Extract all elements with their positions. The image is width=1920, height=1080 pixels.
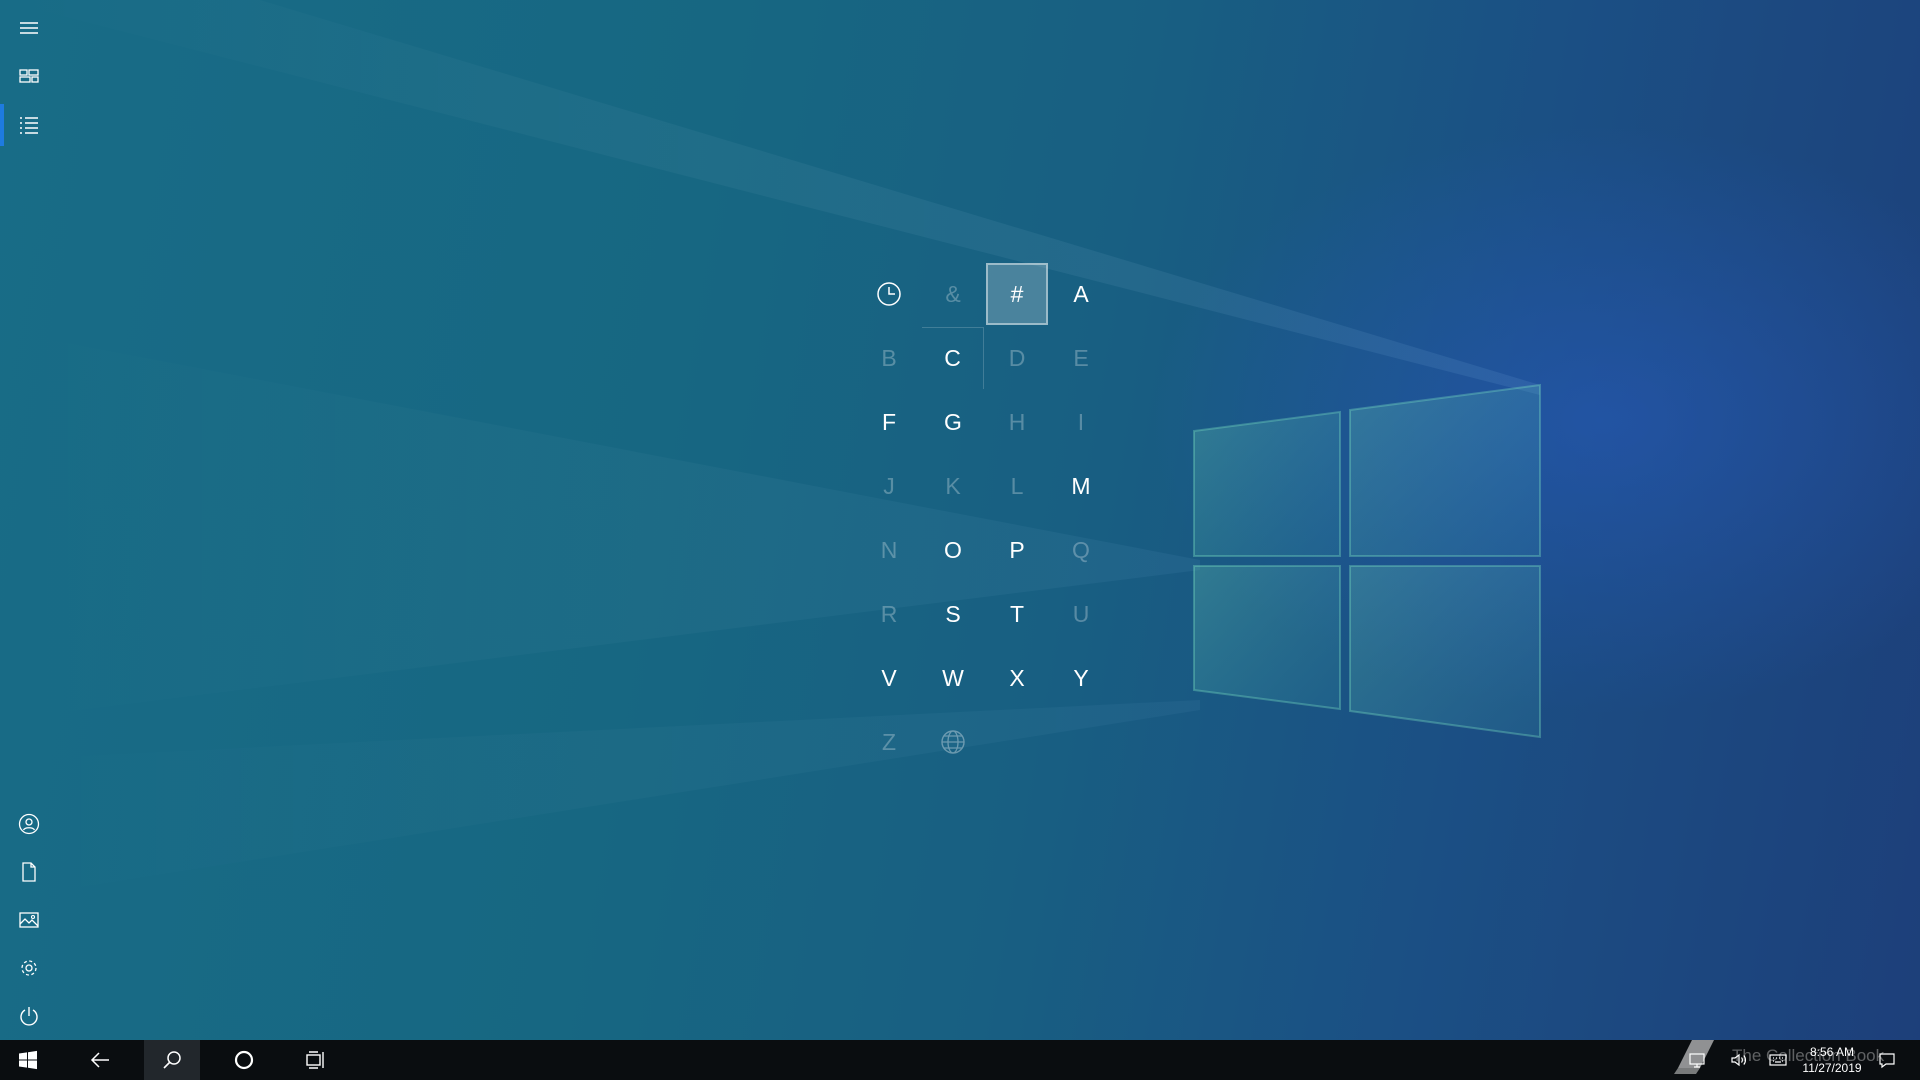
power-icon [20,1007,38,1026]
taskbar-clock[interactable]: 8:56 AM 11/27/2019 [1790,1044,1874,1076]
start-button[interactable] [0,1040,56,1080]
search-button[interactable] [144,1040,200,1080]
jump-letter-s[interactable]: S [922,583,984,645]
power-button[interactable] [0,992,58,1040]
jump-letter-hash[interactable]: # [986,263,1048,325]
windows-start-icon [19,1050,37,1070]
touch-keyboard-icon [1769,1054,1787,1066]
jump-letter-v[interactable]: V [858,647,920,709]
jump-letter-c[interactable]: C [922,327,984,389]
jump-letter-z: Z [881,728,897,755]
jump-letter-f[interactable]: F [858,391,920,453]
jump-letter-r: R [880,600,898,627]
action-center-button[interactable] [1872,1040,1902,1080]
jump-letter-e: E [1073,344,1089,371]
jump-letter-y[interactable]: Y [1050,647,1112,709]
pictures-button[interactable] [0,896,58,944]
clock-date: 11/27/2019 [1802,1061,1862,1075]
cortana-circle-icon [234,1050,254,1070]
back-arrow-icon [90,1052,109,1068]
jump-letter-i: I [1077,408,1085,435]
jump-letter-d: D [1008,344,1026,371]
jump-letter-l: L [1010,472,1024,499]
jump-recent[interactable] [858,263,920,325]
recent-clock-icon [877,282,901,306]
network-icon [1689,1053,1705,1068]
volume-tray-button[interactable] [1724,1040,1754,1080]
jump-letter-j: J [883,472,895,499]
jump-letter-a[interactable]: A [1050,263,1112,325]
documents-button[interactable] [0,848,58,896]
hamburger-menu-icon [20,22,38,34]
cortana-button[interactable] [216,1040,272,1080]
jump-letter-m[interactable]: M [1050,455,1112,517]
clock-time: 8:56 AM [1809,1045,1855,1059]
pictures-icon [19,912,39,928]
all-apps-list-icon [20,117,38,134]
jump-letter-k: K [945,472,961,499]
jump-letter-q: Q [1072,536,1090,563]
taskbar: 8:56 AM 11/27/2019 [0,1040,1920,1080]
jump-letter-n: N [880,536,898,563]
expand-menu-button[interactable] [0,4,58,52]
jump-letter-t[interactable]: T [986,583,1048,645]
user-account-button[interactable] [0,800,58,848]
jump-letter-g[interactable]: G [922,391,984,453]
jump-letter-p[interactable]: P [986,519,1048,581]
all-apps-button[interactable] [0,101,58,149]
task-view-icon [306,1051,324,1069]
jump-letter-ampersand: & [945,280,961,307]
jump-letter-o[interactable]: O [922,519,984,581]
back-button[interactable] [72,1040,128,1080]
search-icon [163,1051,181,1069]
task-view-button[interactable] [288,1040,344,1080]
tiles-view-icon [19,69,39,83]
jump-letter-x[interactable]: X [986,647,1048,709]
network-tray-button[interactable] [1682,1040,1712,1080]
touch-keyboard-tray-button[interactable] [1763,1040,1793,1080]
settings-gear-icon [21,960,37,976]
jump-letter-b: B [881,344,897,371]
globe-icon [941,730,965,754]
jump-other-languages [922,711,984,773]
settings-button[interactable] [0,944,58,992]
action-center-icon [1879,1053,1895,1069]
start-left-rail [0,0,58,1040]
jump-letter-w[interactable]: W [922,647,984,709]
jump-letter-h: H [1008,408,1026,435]
user-account-icon [18,813,40,835]
desktop-background: & # A B C D E F G H I J K L M N O P Q R … [0,0,1920,1080]
documents-icon [22,862,36,882]
pinned-tiles-button[interactable] [0,52,58,100]
jump-letter-u: U [1072,600,1090,627]
volume-icon [1731,1053,1747,1067]
alphabet-jump-grid: & # A B C D E F G H I J K L M N O P Q R … [858,263,1114,775]
